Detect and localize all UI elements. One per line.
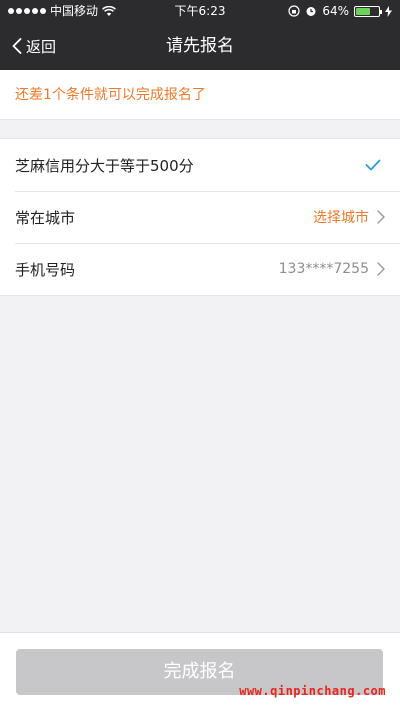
nav-bar: 返回 请先报名 (0, 22, 400, 70)
condition-list: 芝麻信用分大于等于500分 常在城市 选择城市 手机号码 133****7255 (0, 138, 400, 296)
header: 中国移动 下午6:23 64% 返回 请先报名 (0, 0, 400, 70)
battery-percent: 64% (322, 4, 349, 18)
status-bar: 中国移动 下午6:23 64% (0, 0, 400, 22)
orientation-lock-icon (288, 5, 300, 17)
row-label: 常在城市 (15, 208, 76, 227)
chevron-right-icon (377, 262, 385, 276)
check-icon (365, 159, 381, 171)
bottom-bar: 完成报名 (0, 632, 400, 712)
alarm-icon (306, 7, 316, 16)
page-title: 请先报名 (166, 36, 234, 56)
requirement-notice: 还差1个条件就可以完成报名了 (0, 70, 400, 120)
condition-row-phone[interactable]: 手机号码 133****7255 (0, 243, 400, 295)
battery-level (356, 7, 371, 15)
row-label: 手机号码 (15, 260, 76, 279)
condition-row-credit-score[interactable]: 芝麻信用分大于等于500分 (0, 139, 400, 191)
row-label: 芝麻信用分大于等于500分 (15, 156, 194, 175)
charging-icon (385, 5, 392, 17)
status-right: 64% (288, 0, 392, 22)
condition-row-city[interactable]: 常在城市 选择城市 (0, 191, 400, 243)
battery-icon (354, 5, 382, 17)
watermark: www.qinpinchang.com (239, 684, 386, 698)
chevron-right-icon (377, 210, 385, 224)
select-city-value: 选择城市 (313, 210, 369, 226)
phone-number-value: 133****7255 (278, 261, 369, 277)
